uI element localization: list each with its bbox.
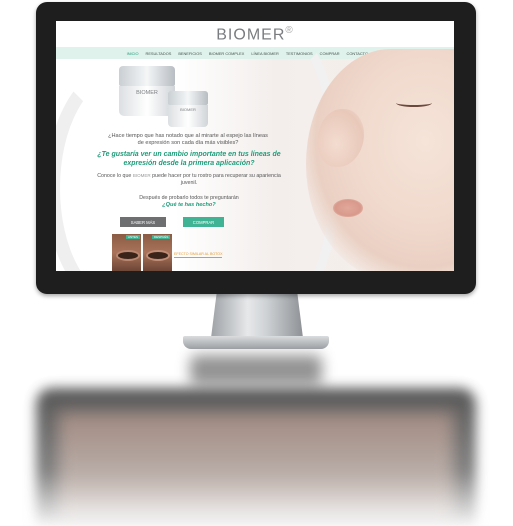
product-jar-large: BIOMER [119,66,175,116]
monitor-stand-neck [211,294,303,338]
nav-item-comprar[interactable]: COMPRAR [320,51,340,56]
before-eye-image [116,250,140,261]
antes-tag: ANTES [126,235,141,239]
jar-small-label: BIOMER [168,105,208,127]
monitor-bezel: BIOMER® INICIO RESULTADOS BENEFICIOS BIO… [36,2,476,294]
site-header: BIOMER® [56,21,454,47]
product-jar-small: BIOMER [168,91,208,127]
jar-large-label: BIOMER [119,86,175,116]
before-after-thumbnail[interactable]: ANTES DESPUÉS [112,234,172,271]
nav-item-resultados[interactable]: RESULTADOS [146,51,172,56]
nav-item-beneficios[interactable]: BENEFICIOS [178,51,202,56]
efecto-botox-link[interactable]: EFECTO SIMILAR AL BOTOX [174,252,223,258]
hero-after-question: ¿Qué te has hecho? [162,202,216,208]
hero-headline: ¿Te gustaría ver un cambio importante en… [97,151,281,167]
hero-after-text: Después de probarlo todos te preguntarán [139,195,239,201]
monitor-reflection-screen [58,412,454,522]
model-lips [333,199,363,217]
model-closed-eye [396,99,432,107]
after-eye-image [146,250,170,261]
brand-logo[interactable]: BIOMER® [56,25,454,44]
saber-mas-button[interactable]: SABER MÁS [120,217,166,227]
despues-tag: DESPUÉS [152,235,171,239]
nav-item-biomer-complex[interactable]: BIOMER COMPLEX [209,51,244,56]
nav-item-inicio[interactable]: INICIO [127,51,139,56]
hero-body-pre: Conoce lo que [97,173,132,179]
monitor-stand-base [183,336,329,349]
hero-body-brand: BIOMER [132,173,151,178]
comprar-button[interactable]: COMPRAR [183,217,224,227]
hero-body: Conoce lo que BIOMER puede hacer por tu … [96,172,282,187]
monitor-reflection-stand [190,355,322,385]
hero-question: ¿Hace tiempo que has notado que al mirar… [108,133,268,146]
hero-body-post: puede hacer por tu rostro para recuperar… [152,173,281,186]
monitor-screen: BIOMER® INICIO RESULTADOS BENEFICIOS BIO… [56,21,454,271]
